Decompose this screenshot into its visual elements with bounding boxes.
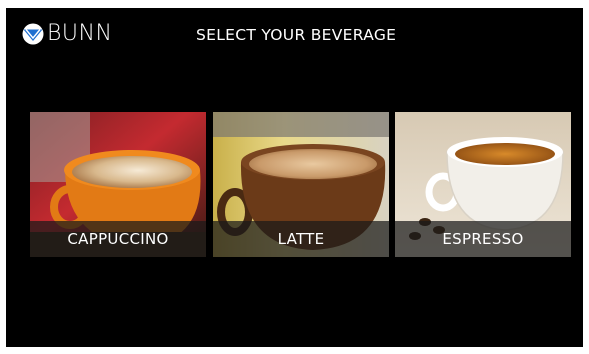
bunn-logo: BUNN bbox=[22, 23, 112, 45]
bunn-logo-icon bbox=[22, 23, 44, 45]
beverage-tile-espresso[interactable]: ESPRESSO bbox=[395, 112, 571, 257]
kiosk-screen: BUNN SELECT YOUR BEVERAGE CAPPUCCINO LAT… bbox=[6, 8, 583, 347]
beverage-tile-latte[interactable]: LATTE bbox=[213, 112, 389, 257]
beverage-label: ESPRESSO bbox=[395, 221, 571, 257]
beverage-tile-cappuccino[interactable]: CAPPUCCINO bbox=[30, 112, 206, 257]
page-title: SELECT YOUR BEVERAGE bbox=[196, 26, 397, 44]
beverage-label: LATTE bbox=[213, 221, 389, 257]
beverage-label: CAPPUCCINO bbox=[30, 221, 206, 257]
brand-name: BUNN bbox=[47, 21, 113, 46]
